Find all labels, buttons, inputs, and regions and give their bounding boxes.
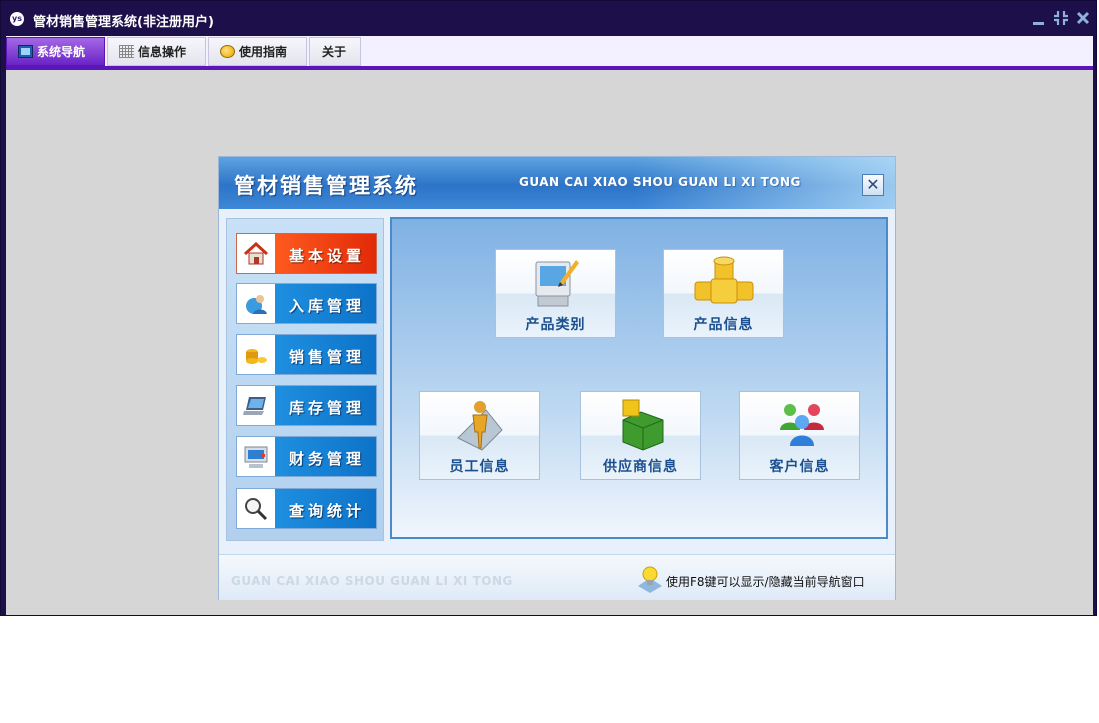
menu-query-stats[interactable]: 查询统计 (236, 488, 377, 529)
monitor-icon (18, 45, 33, 58)
nav-body: 基本设置 入库管理 销售管理 库存管理 财务管理 查询统计 产品类别 产品信息 … (219, 209, 895, 554)
grid-icon (119, 45, 134, 58)
tile-label: 产品类别 (525, 317, 586, 333)
close-icon: ✕ (866, 175, 880, 194)
tab-user-guide[interactable]: 使用指南 (208, 37, 307, 66)
tile-label: 员工信息 (449, 459, 510, 475)
menu-label: 财务管理 (289, 450, 366, 468)
nav-footer: GUAN CAI XIAO SHOU GUAN LI XI TONG 使用F8键… (219, 554, 895, 600)
tile-supplier-info[interactable]: 供应商信息 (580, 391, 701, 480)
lightbulb-icon (638, 566, 662, 593)
menu-label: 查询统计 (289, 502, 366, 520)
menu-inbound[interactable]: 入库管理 (236, 283, 377, 324)
monitor-pencil-icon (535, 260, 579, 307)
people-group-icon (780, 404, 824, 446)
tab-about[interactable]: 关于 (309, 37, 361, 66)
tab-label: 关于 (322, 45, 347, 59)
app-logo-icon: ys (10, 12, 24, 26)
tile-employee-info[interactable]: 员工信息 (419, 391, 540, 480)
tile-product-category[interactable]: 产品类别 (495, 249, 616, 338)
tab-info-operations[interactable]: 信息操作 (107, 37, 206, 66)
menu-label: 基本设置 (289, 247, 366, 265)
menu-finance[interactable]: 财务管理 (236, 436, 377, 477)
tab-system-nav[interactable]: 系统导航 (6, 37, 105, 66)
laptop-icon (243, 397, 266, 415)
tile-customer-info[interactable]: 客户信息 (739, 391, 860, 480)
person-icon (457, 401, 503, 451)
footer-hint: 使用F8键可以显示/隐藏当前导航窗口 (666, 575, 865, 589)
menu-label: 库存管理 (289, 399, 366, 417)
tab-label: 信息操作 (138, 45, 187, 59)
home-icon (243, 242, 269, 265)
window-title: 管材销售管理系统(非注册用户) (33, 15, 214, 30)
menu-bar: 系统导航 信息操作 使用指南 关于 (6, 36, 1093, 70)
menu-sales[interactable]: 销售管理 (236, 334, 377, 375)
nav-subtitle: GUAN CAI XIAO SHOU GUAN LI XI TONG (519, 175, 801, 189)
info-dot-icon (220, 45, 235, 58)
tab-label: 系统导航 (37, 45, 86, 59)
nav-close-button[interactable]: ✕ (862, 174, 884, 196)
box-icon (622, 399, 664, 451)
restore-icon[interactable] (1053, 9, 1069, 27)
title-bar: ys 管材销售管理系统(非注册用户) (1, 1, 1096, 37)
pipe-tee-icon (694, 256, 754, 304)
computer-icon (244, 446, 268, 468)
module-tiles-panel: 产品类别 产品信息 员工信息 供应商信息 客户信息 (390, 217, 888, 539)
tile-label: 产品信息 (693, 317, 754, 333)
menu-label: 入库管理 (289, 297, 366, 315)
user-globe-icon (246, 295, 267, 314)
nav-header: 管材销售管理系统 GUAN CAI XIAO SHOU GUAN LI XI T… (219, 157, 895, 209)
navigation-panel: 管材销售管理系统 GUAN CAI XIAO SHOU GUAN LI XI T… (218, 156, 896, 600)
nav-menu: 基本设置 入库管理 销售管理 库存管理 财务管理 查询统计 (226, 218, 384, 541)
footer-brand: GUAN CAI XIAO SHOU GUAN LI XI TONG (231, 574, 513, 588)
tile-label: 客户信息 (769, 459, 830, 475)
tile-product-info[interactable]: 产品信息 (663, 249, 784, 338)
minimize-icon[interactable] (1031, 9, 1047, 27)
menu-basic-settings[interactable]: 基本设置 (236, 233, 377, 274)
tab-label: 使用指南 (239, 45, 288, 59)
coins-icon (246, 349, 267, 364)
menu-inventory[interactable]: 库存管理 (236, 385, 377, 426)
nav-title: 管材销售管理系统 (234, 174, 418, 198)
magnifier-icon (245, 498, 268, 521)
menu-label: 销售管理 (289, 348, 366, 366)
close-window-icon[interactable] (1075, 9, 1091, 27)
tile-label: 供应商信息 (603, 459, 678, 475)
